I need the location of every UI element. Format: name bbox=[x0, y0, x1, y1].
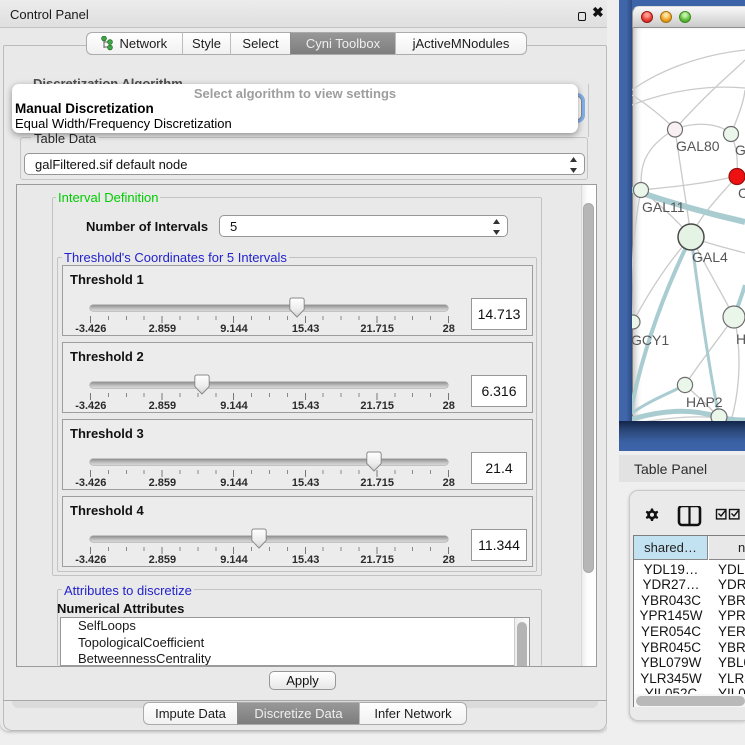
svg-text:GAL80: GAL80 bbox=[676, 138, 720, 154]
svg-text:HA: HA bbox=[736, 331, 745, 347]
svg-text:GA: GA bbox=[735, 142, 745, 158]
svg-text:GAL4: GAL4 bbox=[692, 249, 728, 265]
svg-text:GCY1: GCY1 bbox=[632, 332, 669, 348]
svg-text:CY: CY bbox=[738, 185, 745, 201]
svg-text:HAP2: HAP2 bbox=[686, 394, 723, 410]
svg-text:GAL11: GAL11 bbox=[642, 199, 685, 215]
